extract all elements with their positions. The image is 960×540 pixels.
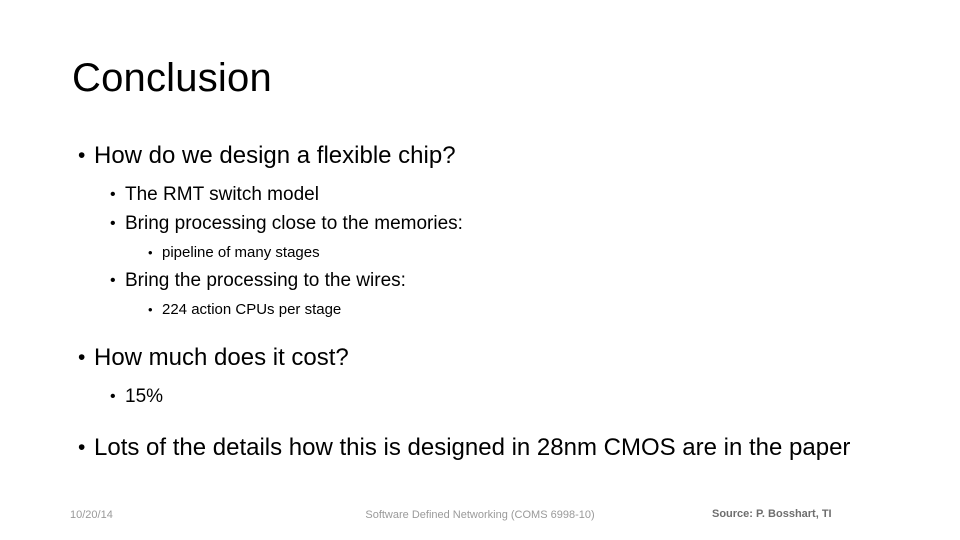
page-title: Conclusion xyxy=(72,56,272,100)
list-item-label: 224 action CPUs per stage xyxy=(162,301,342,318)
bullet-glyph-icon: • xyxy=(78,436,86,459)
slide-body: • How do we design a flexible chip? • Th… xyxy=(64,140,904,463)
list-item: • Lots of the details how this is design… xyxy=(64,432,904,463)
list-item: • How much does it cost? xyxy=(64,342,904,373)
list-item: • The RMT switch model xyxy=(64,182,904,208)
slide: Conclusion • How do we design a flexible… xyxy=(0,0,960,540)
bullet-glyph-icon: • xyxy=(110,272,116,289)
list-item: • pipeline of many stages xyxy=(64,242,904,263)
list-item: • Bring the processing to the wires: xyxy=(64,268,904,294)
list-item-label: How do we design a flexible chip? xyxy=(94,142,456,169)
list-item: • 15% xyxy=(64,384,904,410)
bullet-glyph-icon: • xyxy=(110,215,116,232)
list-item: • Bring processing close to the memories… xyxy=(64,211,904,237)
bullet-glyph-icon: • xyxy=(110,186,116,203)
list-item-label: How much does it cost? xyxy=(94,344,349,371)
list-item-label: Lots of the details how this is designed… xyxy=(94,434,851,461)
bullet-glyph-icon: • xyxy=(148,245,153,260)
bullet-glyph-icon: • xyxy=(110,388,116,405)
bullet-glyph-icon: • xyxy=(148,302,153,317)
list-item-label: Bring processing close to the memories: xyxy=(125,213,463,234)
bullet-glyph-icon: • xyxy=(78,144,86,167)
footer-source-attribution: Source: P. Bosshart, TI xyxy=(712,508,832,520)
list-item-label: The RMT switch model xyxy=(125,184,319,205)
list-item: • How do we design a flexible chip? xyxy=(64,140,904,171)
list-item-label: pipeline of many stages xyxy=(162,244,320,261)
list-item-label: Bring the processing to the wires: xyxy=(125,270,406,291)
list-item: • 224 action CPUs per stage xyxy=(64,299,904,320)
bullet-glyph-icon: • xyxy=(78,346,86,369)
list-item-label: 15% xyxy=(125,386,164,407)
